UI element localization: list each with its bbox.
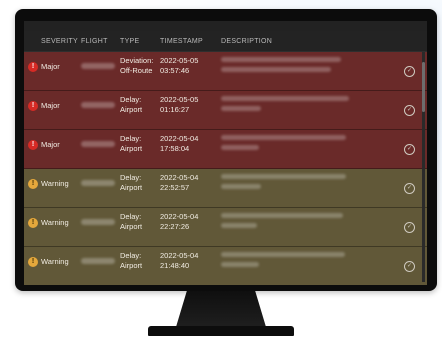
timestamp: 2022-05-04 22:52:57 (160, 173, 198, 192)
table-row[interactable]: ! Warning Delay: Airport 2022-05-04 22:5… (24, 169, 427, 208)
timestamp-date: 2022-05-05 (160, 56, 199, 65)
acknowledge-check-icon[interactable]: ✓ (404, 183, 415, 194)
flight-number-redacted (81, 102, 115, 108)
warning-icon: ! (28, 218, 38, 228)
severity-label: Major (41, 101, 60, 110)
timestamp-time: 21:48:40 (160, 260, 190, 270)
flight-number-redacted (81, 180, 115, 186)
monitor-stand-neck (176, 291, 266, 327)
timestamp: 2022-05-05 03:57:46 (160, 56, 198, 75)
flight-number-redacted (81, 258, 115, 264)
type-detail: Off-Route (120, 65, 153, 75)
type-detail: Airport (120, 182, 143, 192)
flight-number-redacted (81, 219, 115, 225)
severity-label: Warning (41, 218, 69, 227)
column-header-description[interactable]: DESCRIPTION (221, 38, 272, 45)
description-redacted (221, 96, 349, 116)
alert-icon: ! (28, 101, 38, 111)
type-detail: Airport (120, 104, 143, 114)
column-header-timestamp[interactable]: TIMESTAMP (160, 38, 203, 45)
timestamp-time: 17:58:04 (160, 143, 190, 153)
timestamp: 2022-05-04 22:27:26 (160, 212, 198, 231)
severity-label: Major (41, 140, 60, 149)
severity-label: Warning (41, 257, 69, 266)
alert-triangle-icon: ! (28, 62, 38, 72)
description-redacted (221, 57, 341, 77)
type-detail: Airport (120, 260, 143, 270)
type-category: Delay: (120, 251, 142, 260)
type-category: Delay: (120, 173, 142, 182)
timestamp: 2022-05-05 01:16:27 (160, 95, 198, 114)
type-detail: Airport (120, 143, 143, 153)
scrollbar-thumb[interactable] (422, 62, 425, 112)
table-row[interactable]: ! Warning Delay: Airport 2022-05-04 21:4… (24, 247, 427, 285)
timestamp-time: 01:16:27 (160, 104, 190, 114)
description-redacted (221, 135, 346, 155)
flight-number-redacted (81, 141, 115, 147)
timestamp-date: 2022-05-04 (160, 134, 199, 143)
timestamp: 2022-05-04 17:58:04 (160, 134, 198, 153)
warning-icon: ! (28, 179, 38, 189)
table-row[interactable]: ! Major Delay: Airport 2022-05-04 17:58:… (24, 130, 427, 169)
type-category: Delay: (120, 95, 142, 104)
flight-number-redacted (81, 63, 115, 69)
timestamp-date: 2022-05-04 (160, 173, 199, 182)
description-redacted (221, 174, 346, 194)
column-header-flight[interactable]: FLIGHT (81, 38, 108, 45)
alert-type: Delay: Airport (120, 95, 142, 114)
description-redacted (221, 213, 343, 233)
severity-label: Major (41, 62, 60, 71)
table-row[interactable]: ! Warning Delay: Airport 2022-05-04 22:2… (24, 208, 427, 247)
vertical-scrollbar[interactable] (422, 52, 425, 282)
screen-top-bar (24, 21, 427, 31)
description-redacted (221, 252, 345, 272)
type-category: Deviation: (120, 56, 154, 65)
timestamp-date: 2022-05-04 (160, 251, 199, 260)
alert-type: Delay: Airport (120, 134, 142, 153)
type-detail: Airport (120, 221, 143, 231)
table-row[interactable]: ! Major Deviation: Off-Route 2022-05-05 … (24, 52, 427, 91)
alerts-screen: SEVERITY FLIGHT TYPE TIMESTAMP DESCRIPTI… (24, 21, 427, 285)
acknowledge-check-icon[interactable]: ✓ (404, 222, 415, 233)
table-row[interactable]: ! Major Delay: Airport 2022-05-05 01:16:… (24, 91, 427, 130)
monitor-frame: SEVERITY FLIGHT TYPE TIMESTAMP DESCRIPTI… (15, 9, 437, 291)
acknowledge-check-icon[interactable]: ✓ (404, 105, 415, 116)
acknowledge-check-icon[interactable]: ✓ (404, 261, 415, 272)
column-header-type[interactable]: TYPE (120, 38, 139, 45)
alert-type: Delay: Airport (120, 173, 142, 192)
timestamp-time: 22:52:57 (160, 182, 190, 192)
acknowledge-check-icon[interactable]: ✓ (404, 66, 415, 77)
timestamp-date: 2022-05-04 (160, 212, 199, 221)
severity-label: Warning (41, 179, 69, 188)
type-category: Delay: (120, 134, 142, 143)
table-header: SEVERITY FLIGHT TYPE TIMESTAMP DESCRIPTI… (24, 31, 427, 52)
timestamp-date: 2022-05-05 (160, 95, 199, 104)
alert-type: Deviation: Off-Route (120, 56, 153, 75)
type-category: Delay: (120, 212, 142, 221)
alert-type: Delay: Airport (120, 251, 142, 270)
alert-icon: ! (28, 140, 38, 150)
column-header-severity[interactable]: SEVERITY (41, 38, 78, 45)
timestamp: 2022-05-04 21:48:40 (160, 251, 198, 270)
timestamp-time: 03:57:46 (160, 65, 190, 75)
acknowledge-check-icon[interactable]: ✓ (404, 144, 415, 155)
monitor-stand-base (148, 326, 294, 336)
alert-type: Delay: Airport (120, 212, 142, 231)
warning-icon: ! (28, 257, 38, 267)
timestamp-time: 22:27:26 (160, 221, 190, 231)
